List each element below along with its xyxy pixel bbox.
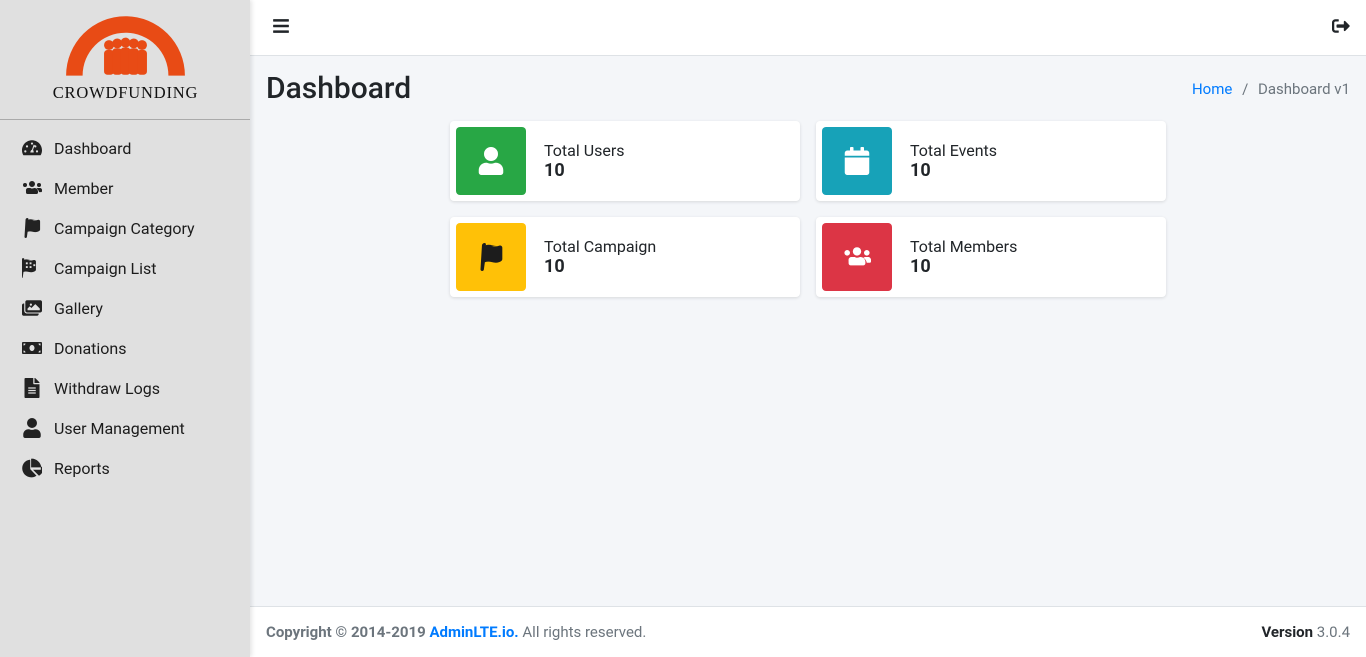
info-box-label: Total Users xyxy=(544,141,625,160)
footer: Copyright © 2014-2019 AdminLTE.io. All r… xyxy=(250,606,1366,657)
flag-icon xyxy=(20,218,44,238)
page-title: Dashboard xyxy=(266,71,411,106)
sidebar-item-campaign-list[interactable]: Campaign List xyxy=(0,248,250,288)
sidebar-item-label: Donations xyxy=(54,339,127,358)
info-box-label: Total Events xyxy=(910,141,997,160)
sign-out-icon xyxy=(1332,20,1350,39)
topbar xyxy=(250,0,1366,56)
breadcrumb-current: Dashboard v1 xyxy=(1258,80,1350,98)
info-box-events: Total Events 10 xyxy=(816,121,1166,201)
sidebar-item-label: Campaign List xyxy=(54,259,157,278)
footer-copyright: Copyright © 2014-2019 AdminLTE.io. All r… xyxy=(266,623,646,641)
info-box-campaign: Total Campaign 10 xyxy=(450,217,800,297)
sidebar-item-campaign-category[interactable]: Campaign Category xyxy=(0,208,250,248)
sidebar-item-reports[interactable]: Reports xyxy=(0,448,250,488)
content-header: Dashboard Home / Dashboard v1 xyxy=(250,56,1366,121)
menu-toggle-button[interactable] xyxy=(266,11,296,45)
breadcrumb-home-link[interactable]: Home xyxy=(1192,80,1232,98)
info-box-value: 10 xyxy=(544,256,656,277)
sidebar-item-label: Dashboard xyxy=(54,139,131,158)
sidebar: CROWDFUNDING Dashboard Member xyxy=(0,0,250,657)
sidebar-item-label: Campaign Category xyxy=(54,219,195,238)
breadcrumb-separator: / xyxy=(1236,80,1254,98)
user-icon xyxy=(456,127,526,195)
info-box-value: 10 xyxy=(910,160,997,181)
logout-button[interactable] xyxy=(1332,17,1350,39)
sidebar-item-user-management[interactable]: User Management xyxy=(0,408,250,448)
users-icon xyxy=(822,223,892,291)
sidebar-item-dashboard[interactable]: Dashboard xyxy=(0,128,250,168)
info-box-members: Total Members 10 xyxy=(816,217,1166,297)
footer-version: Version 3.0.4 xyxy=(1261,623,1350,641)
info-box-value: 10 xyxy=(910,256,1017,277)
footer-copyright-prefix: Copyright © 2014-2019 xyxy=(266,623,429,641)
version-label: Version xyxy=(1261,623,1316,641)
sidebar-item-label: User Management xyxy=(54,419,185,438)
bars-icon xyxy=(272,20,290,39)
flag-checkered-icon xyxy=(20,258,44,278)
sidebar-item-label: Gallery xyxy=(54,299,103,318)
pie-chart-icon xyxy=(20,458,44,478)
user-icon xyxy=(20,418,44,438)
footer-brand-link[interactable]: AdminLTE.io. xyxy=(429,623,518,641)
sidebar-item-member[interactable]: Member xyxy=(0,168,250,208)
sidebar-item-label: Member xyxy=(54,179,113,198)
images-icon xyxy=(20,298,44,318)
info-box-value: 10 xyxy=(544,160,625,181)
sidebar-item-donations[interactable]: Donations xyxy=(0,328,250,368)
file-icon xyxy=(20,378,44,398)
sidebar-item-withdraw-logs[interactable]: Withdraw Logs xyxy=(0,368,250,408)
brand-logo[interactable]: CROWDFUNDING xyxy=(0,0,250,119)
tachometer-icon xyxy=(20,138,44,158)
content: Total Users 10 Total Events 10 xyxy=(250,121,1366,329)
calendar-icon xyxy=(822,127,892,195)
flag-icon xyxy=(456,223,526,291)
money-bill-icon xyxy=(20,338,44,358)
sidebar-item-gallery[interactable]: Gallery xyxy=(0,288,250,328)
info-box-label: Total Members xyxy=(910,237,1017,256)
breadcrumb: Home / Dashboard v1 xyxy=(1192,80,1350,98)
sidebar-nav: Dashboard Member Campaign Category Campa… xyxy=(0,120,250,496)
info-box-users: Total Users 10 xyxy=(450,121,800,201)
sidebar-item-label: Reports xyxy=(54,459,110,478)
info-box-label: Total Campaign xyxy=(544,237,656,256)
brand-text: CROWDFUNDING xyxy=(52,83,198,102)
crowdfunding-logo-icon: CROWDFUNDING xyxy=(43,12,208,111)
version-number: 3.0.4 xyxy=(1317,623,1350,641)
users-icon xyxy=(20,178,44,198)
sidebar-item-label: Withdraw Logs xyxy=(54,379,160,398)
footer-rights: All rights reserved. xyxy=(522,623,646,641)
